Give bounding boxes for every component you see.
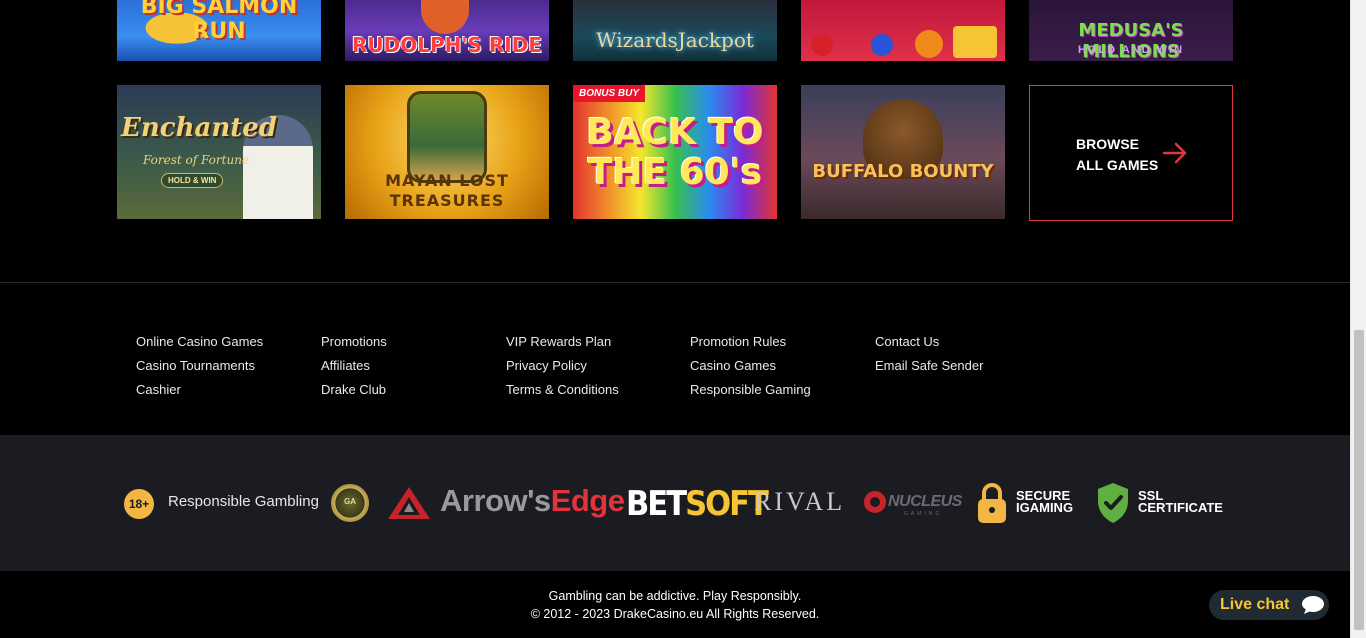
game-tile-buffalo-bounty[interactable]: BUFFALO BOUNTY xyxy=(801,85,1005,219)
link-cashier[interactable]: Cashier xyxy=(136,378,263,402)
footer-col-2: Promotions Affiliates Drake Club xyxy=(321,330,387,402)
game-title: BUFFALO BOUNTY xyxy=(812,161,994,182)
game-title: WizardsJackpot xyxy=(596,28,754,52)
shield-check-icon xyxy=(1098,483,1128,523)
link-vip-rewards-plan[interactable]: VIP Rewards Plan xyxy=(506,330,619,354)
link-privacy-policy[interactable]: Privacy Policy xyxy=(506,354,619,378)
live-chat-button[interactable]: Live chat xyxy=(1209,590,1329,620)
game-tile-enchanted-forest[interactable]: Enchanted Forest of Fortune HOLD & WIN xyxy=(117,85,321,219)
link-promotion-rules[interactable]: Promotion Rules xyxy=(690,330,811,354)
arrows-edge-part-a: Arrow's xyxy=(440,483,551,518)
copyright-footer: Gambling can be addictive. Play Responsi… xyxy=(0,571,1350,638)
reindeer-art xyxy=(421,0,469,34)
blueberry-art xyxy=(871,34,893,56)
gambling-authority-seal[interactable]: GA xyxy=(331,484,369,522)
link-affiliates[interactable]: Affiliates xyxy=(321,354,387,378)
chat-bubble-icon xyxy=(1302,596,1324,614)
game-tile-fruits[interactable] xyxy=(801,0,1005,61)
cherry-art xyxy=(811,34,833,56)
link-casino-tournaments[interactable]: Casino Tournaments xyxy=(136,354,263,378)
game-subtitle: HOLD AND WIN xyxy=(1077,44,1185,56)
nucleus-subtext: GAMING xyxy=(904,511,943,517)
ssl-line2: CERTIFICATE xyxy=(1138,500,1223,515)
betsoft-logo: BETSOFT xyxy=(626,484,769,524)
footer-col-1: Online Casino Games Casino Tournaments C… xyxy=(136,330,263,402)
arrow-right-icon xyxy=(1162,142,1187,164)
betsoft-part-a: BET xyxy=(626,484,687,524)
link-drake-club[interactable]: Drake Club xyxy=(321,378,387,402)
hold-win-badge: HOLD & WIN xyxy=(161,173,224,188)
scrollbar-thumb[interactable] xyxy=(1354,330,1364,630)
game-tile-mayan-lost-treasures[interactable]: MAYAN LOST TREASURES xyxy=(345,85,549,219)
game-tile-rudolphs-ride[interactable]: RUDOLPH'S RIDE xyxy=(345,0,549,61)
rival-logo: RIVAL xyxy=(754,487,846,516)
partners-band: 18+ Responsible Gambling GA Arrow'sEdge … xyxy=(0,435,1350,571)
link-casino-games[interactable]: Casino Games xyxy=(690,354,811,378)
game-title: MAYAN LOST TREASURES xyxy=(385,171,509,210)
nucleus-wordmark: NUCLEUS xyxy=(888,493,962,510)
padlock-icon xyxy=(978,483,1006,523)
arrows-edge-part-b: Edge xyxy=(550,483,625,518)
seven-symbol-art xyxy=(953,26,997,58)
page-scrollbar[interactable] xyxy=(1350,0,1366,638)
orange-art xyxy=(915,30,943,58)
arrows-edge-wordmark: Arrow'sEdge xyxy=(440,483,625,519)
game-title: RUDOLPH'S RIDE xyxy=(352,33,542,57)
link-online-casino-games[interactable]: Online Casino Games xyxy=(136,330,263,354)
link-contact-us[interactable]: Contact Us xyxy=(875,330,983,354)
nucleus-dot-icon xyxy=(864,491,886,513)
browse-label-line2: ALL GAMES xyxy=(1076,157,1159,173)
mask-art xyxy=(407,91,487,183)
game-tile-wizards-jackpot[interactable]: WizardsJackpot xyxy=(573,0,777,61)
game-title: Enchanted xyxy=(121,113,277,143)
link-promotions[interactable]: Promotions xyxy=(321,330,387,354)
ssl-certificate-label: SSL CERTIFICATE xyxy=(1138,489,1223,515)
game-subtitle: Forest of Fortune xyxy=(143,153,250,167)
footer-col-3: VIP Rewards Plan Privacy Policy Terms & … xyxy=(506,330,619,402)
game-tile-big-salmon-run[interactable]: BIG SALMON RUN xyxy=(117,0,321,61)
gambling-warning: Gambling can be addictive. Play Responsi… xyxy=(548,589,802,603)
responsible-gambling-link[interactable]: Responsible Gambling xyxy=(168,493,319,510)
game-title: BACK TO THE 60's xyxy=(586,112,764,193)
seal-text: GA xyxy=(344,497,356,506)
page-viewport: BIG SALMON RUN RUDOLPH'S RIDE WizardsJac… xyxy=(0,0,1350,638)
arrows-edge-triangle-icon xyxy=(388,487,430,519)
link-email-safe-sender[interactable]: Email Safe Sender xyxy=(875,354,983,378)
game-tile-back-to-the-60s[interactable]: BONUS BUY BACK TO THE 60's xyxy=(573,85,777,219)
game-tile-medusas-millions[interactable]: MEDUSA'S MILLIONS HOLD AND WIN xyxy=(1029,0,1233,61)
secure-line2: IGAMING xyxy=(1016,500,1074,515)
game-title: BIG SALMON RUN xyxy=(140,0,298,44)
copyright-text: © 2012 - 2023 DrakeCasino.eu All Rights … xyxy=(530,607,820,621)
age-18-badge: 18+ xyxy=(124,489,154,519)
bonus-buy-badge: BONUS BUY xyxy=(573,85,646,102)
footer-col-5: Contact Us Email Safe Sender xyxy=(875,330,983,378)
link-terms-conditions[interactable]: Terms & Conditions xyxy=(506,378,619,402)
footer-col-4: Promotion Rules Casino Games Responsible… xyxy=(690,330,811,402)
secure-igaming-label: SECURE IGAMING xyxy=(1016,489,1074,515)
browse-all-games-button[interactable]: BROWSE ALL GAMES xyxy=(1029,85,1233,221)
live-chat-label: Live chat xyxy=(1220,596,1290,613)
browse-label-line1: BROWSE xyxy=(1076,136,1139,152)
section-divider xyxy=(0,282,1350,283)
link-responsible-gaming[interactable]: Responsible Gaming xyxy=(690,378,811,402)
